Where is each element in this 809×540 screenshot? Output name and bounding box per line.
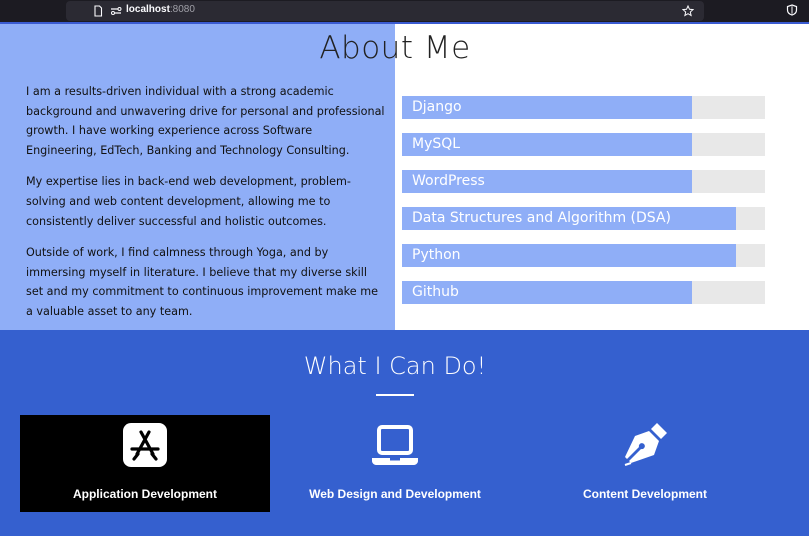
service-card-web-design[interactable]: Web Design and Development — [270, 415, 520, 512]
permissions-icon[interactable] — [110, 5, 122, 17]
bio: I am a results-driven individual with a … — [26, 82, 386, 334]
skill-label: Github — [412, 284, 459, 300]
skill-bar-python: Python — [402, 244, 765, 267]
app-store-icon — [123, 423, 167, 467]
service-label: Application Development — [72, 487, 218, 501]
skill-bar-github: Github — [402, 281, 765, 304]
skill-label: MySQL — [412, 136, 461, 152]
skill-bar-django: Django — [402, 96, 765, 119]
service-label: Content Development — [582, 487, 707, 501]
service-label: Web Design and Development — [309, 487, 481, 501]
title-underline — [376, 394, 414, 396]
browser-toolbar: localhost:8080 — [0, 0, 809, 22]
skill-bar-mysql: MySQL — [402, 133, 765, 156]
laptop-icon — [372, 425, 418, 465]
skills-list: Django MySQL WordPress Data Structures a… — [402, 96, 765, 318]
service-card-application-development[interactable]: Application Development — [20, 415, 270, 512]
services-section: What I Can Do! Application Development W… — [0, 330, 809, 540]
service-card-content-development[interactable]: Content Development — [520, 415, 770, 512]
about-title: About Me — [319, 30, 471, 66]
page-bottom-edge — [0, 536, 809, 540]
bio-paragraph: I am a results-driven individual with a … — [26, 85, 385, 157]
address-bar[interactable]: localhost:8080 — [66, 1, 704, 21]
bookmark-star-icon[interactable] — [682, 5, 694, 17]
url-text[interactable]: localhost:8080 — [126, 4, 195, 15]
bio-paragraph: My expertise lies in back-end web develo… — [26, 175, 351, 228]
pen-nib-icon — [624, 423, 667, 466]
skill-label: Python — [412, 247, 461, 263]
services-title: What I Can Do! — [303, 352, 487, 380]
skill-label: WordPress — [412, 173, 485, 189]
bio-paragraph: Outside of work, I find calmness through… — [26, 246, 378, 318]
page-icon — [94, 5, 103, 17]
firefox-shield-icon[interactable] — [786, 4, 798, 16]
skill-bar-wordpress: WordPress — [402, 170, 765, 193]
skill-label: Django — [412, 99, 462, 115]
about-section: About Me I am a results-driven individua… — [0, 24, 809, 330]
skill-bar-dsa: Data Structures and Algorithm (DSA) — [402, 207, 765, 230]
skill-label: Data Structures and Algorithm (DSA) — [412, 210, 671, 226]
